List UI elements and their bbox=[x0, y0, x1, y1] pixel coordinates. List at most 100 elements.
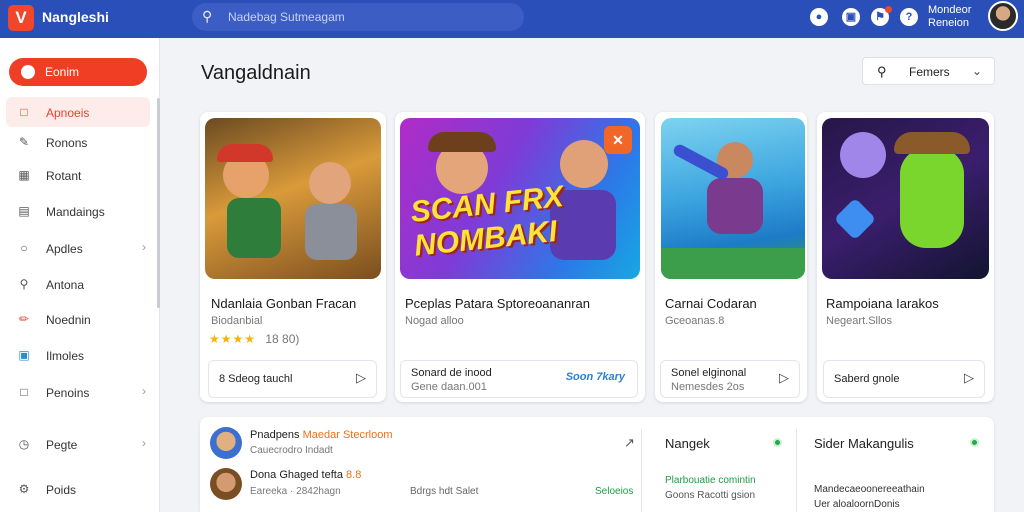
panel-column-line: Mandecaeoonereeathain bbox=[814, 484, 925, 495]
card-footer-text: Saberd gnole bbox=[834, 373, 900, 385]
card-subtitle: Negeart.Sllos bbox=[826, 315, 893, 327]
panel-column-title: Sider Makangulis bbox=[814, 436, 914, 451]
sidebar-item-poids[interactable]: ⚙ Poids bbox=[6, 474, 150, 504]
play-icon[interactable]: ▷ bbox=[356, 370, 366, 386]
chevron-right-icon: › bbox=[142, 436, 146, 450]
divider bbox=[796, 429, 797, 512]
sidebar-item-label: Noednin bbox=[46, 313, 91, 327]
page-title: Vangaldnain bbox=[201, 62, 311, 84]
sidebar-scrollbar[interactable] bbox=[157, 98, 160, 308]
card-subtitle: Nogad alloo bbox=[405, 315, 464, 327]
card-rating: ★★★★ 18 80) bbox=[209, 332, 299, 346]
filter-dropdown[interactable]: ⚲ Femers ⌄ bbox=[862, 57, 995, 85]
status-dot-icon bbox=[970, 438, 979, 447]
card-footer-subtext: Nemesdes 2os bbox=[671, 381, 745, 393]
image-icon: ▣ bbox=[18, 348, 30, 362]
chat-icon[interactable]: ● bbox=[810, 8, 828, 26]
card-title[interactable]: Pceplas Patara Sptoreoananran bbox=[405, 296, 590, 311]
sidebar-primary-button[interactable]: Eonim bbox=[9, 58, 147, 86]
game-cover-image[interactable] bbox=[822, 118, 989, 279]
sidebar-item-ilmoles[interactable]: ▣ Ilmoles bbox=[6, 340, 150, 370]
sidebar-item-label: Mandaings bbox=[46, 205, 105, 219]
play-icon[interactable]: ▷ bbox=[779, 370, 789, 386]
sidebar-item-antona[interactable]: ⚲ Antona bbox=[6, 269, 150, 299]
user-name: Mondeor bbox=[928, 4, 972, 16]
activity-status: Seloeios bbox=[595, 486, 634, 497]
search-icon: ⚲ bbox=[877, 64, 887, 79]
card-footer[interactable]: Sonard de inood Gene daan.001 Soon 7kary bbox=[400, 360, 638, 398]
home-icon bbox=[21, 65, 35, 79]
sidebar-item-label: Apdles bbox=[46, 242, 83, 256]
activity-subtitle: Cauecrodro Indadt bbox=[250, 445, 333, 456]
card-footer-subtext: Gene daan.001 bbox=[411, 381, 487, 393]
panel-column-title: Nangek bbox=[665, 436, 710, 451]
game-cover-image[interactable] bbox=[205, 118, 381, 279]
activity-name: Pnadpens bbox=[250, 429, 300, 441]
chevron-right-icon: › bbox=[142, 384, 146, 398]
user-info[interactable]: Mondeor Reneion bbox=[928, 4, 971, 30]
expand-icon[interactable]: ↗ bbox=[624, 435, 635, 451]
activity-title[interactable]: Pnadpens Maedar Stecrloom bbox=[250, 429, 392, 441]
sidebar-item-label: Ronons bbox=[46, 136, 88, 150]
close-icon[interactable]: ✕ bbox=[604, 126, 632, 154]
play-icon[interactable]: ▷ bbox=[964, 370, 974, 386]
help-icon[interactable]: ? bbox=[900, 8, 918, 26]
pencil-icon: ✏ bbox=[18, 312, 30, 326]
panel-column-line: Plarbouatie comintin bbox=[665, 475, 756, 486]
rating-count: 18 80) bbox=[265, 332, 300, 346]
settings-icon: ⚙ bbox=[18, 482, 30, 496]
sidebar-item-label: Ilmoles bbox=[46, 349, 85, 363]
card-footer[interactable]: Saberd gnole ▷ bbox=[823, 360, 985, 398]
sidebar-item-label: Pegte bbox=[46, 438, 78, 452]
notification-icon[interactable]: ⚑ bbox=[871, 6, 892, 26]
star-rating-icon: ★★★★ bbox=[209, 332, 257, 346]
activity-highlight: Maedar Stecrloom bbox=[302, 429, 393, 441]
game-card[interactable]: Rampoiana Iarakos Negeart.Sllos Saberd g… bbox=[817, 112, 994, 402]
chevron-down-icon: ⌄ bbox=[971, 64, 982, 78]
grid-icon: ▦ bbox=[18, 168, 30, 182]
game-card[interactable]: Carnai Codaran Gceoanas.8 Sonel elginona… bbox=[655, 112, 807, 402]
sidebar-item-label: Penoins bbox=[46, 386, 90, 400]
game-card[interactable]: Ndanlaia Gonban Fracan Biodanbial ★★★★ 1… bbox=[200, 112, 386, 402]
card-tag[interactable]: Soon 7kary bbox=[566, 371, 625, 383]
sidebar-item-noednin[interactable]: ✏ Noednin bbox=[6, 304, 150, 334]
panel-column-line: Goons Racotti gsion bbox=[665, 490, 756, 501]
card-title[interactable]: Carnai Codaran bbox=[665, 296, 757, 311]
sidebar-item-mandaings[interactable]: ▤ Mandaings bbox=[6, 196, 150, 226]
card-title[interactable]: Rampoiana Iarakos bbox=[826, 296, 939, 311]
card-subtitle: Gceoanas.8 bbox=[665, 315, 725, 327]
gift-icon[interactable]: ▣ bbox=[842, 8, 860, 26]
clock-icon: ◷ bbox=[18, 437, 30, 451]
sidebar-item-apnoeis[interactable]: □ Apnoeis bbox=[6, 97, 150, 127]
brand-name[interactable]: Nangleshi bbox=[42, 9, 109, 25]
card-title[interactable]: Ndanlaia Gonban Fracan bbox=[211, 296, 356, 311]
sidebar-primary-label: Eonim bbox=[45, 65, 80, 79]
sidebar-item-pegte[interactable]: ◷ Pegte › bbox=[6, 429, 150, 459]
app-logo[interactable]: V bbox=[8, 5, 34, 31]
card-footer[interactable]: Sonel elginonal Nemesdes 2os ▷ bbox=[660, 360, 800, 398]
card-footer-text: Sonel elginonal bbox=[671, 367, 747, 379]
game-cover-image[interactable] bbox=[661, 118, 805, 279]
activity-title[interactable]: Dona Ghaged tefta 8.8 bbox=[250, 469, 361, 481]
avatar[interactable] bbox=[210, 468, 242, 500]
sidebar-item-rotant[interactable]: ▦ Rotant bbox=[6, 160, 150, 190]
card-footer[interactable]: 8 Sdeog tauchl ▷ bbox=[208, 360, 377, 398]
sidebar-item-penoins[interactable]: □ Penoins › bbox=[6, 377, 150, 407]
game-cover-image[interactable]: SCAN FRX NOMBAKI ✕ bbox=[400, 118, 640, 279]
game-card[interactable]: SCAN FRX NOMBAKI ✕ Pceplas Patara Sptore… bbox=[395, 112, 645, 402]
avatar[interactable] bbox=[988, 1, 1018, 31]
sidebar-item-label: Rotant bbox=[46, 169, 82, 183]
sidebar-item-apdles[interactable]: ○ Apdles › bbox=[6, 233, 150, 263]
sidebar: Eonim □ Apnoeis ✎ Ronons ▦ Rotant ▤ Mand… bbox=[0, 38, 160, 512]
top-bar: V Nangleshi ⚲ Nadebag Sutmeagam ● ▣ ⚑ ? … bbox=[0, 0, 1024, 38]
avatar[interactable] bbox=[210, 427, 242, 459]
sidebar-item-label: Antona bbox=[46, 278, 85, 292]
activity-detail: Bdrgs hdt Salet bbox=[410, 486, 479, 497]
card-footer-text: 8 Sdeog tauchl bbox=[219, 373, 293, 385]
sidebar-item-label: Poids bbox=[46, 483, 77, 497]
search-bar[interactable]: ⚲ Nadebag Sutmeagam bbox=[192, 3, 524, 31]
status-dot-icon bbox=[773, 438, 782, 447]
sidebar-item-ronons[interactable]: ✎ Ronons bbox=[6, 127, 150, 157]
panel-column-line: Uer aloaloornDonis bbox=[814, 499, 900, 510]
sidebar-item-label: Apnoeis bbox=[46, 106, 90, 120]
